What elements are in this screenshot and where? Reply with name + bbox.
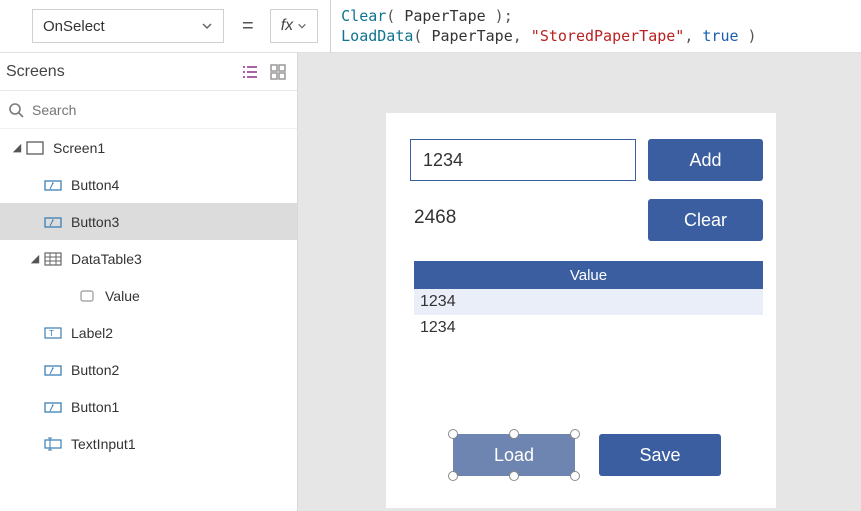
- table-row[interactable]: 1234: [414, 289, 763, 315]
- tree-node-label: Label2: [71, 325, 113, 341]
- search-row: [0, 91, 297, 129]
- tree-header: Screens: [0, 53, 297, 91]
- label-value: 2468: [414, 207, 456, 228]
- tree-node-label: TextInput1: [71, 436, 136, 452]
- tree-node-button4[interactable]: Button4: [0, 166, 297, 203]
- tree-grid-icon[interactable]: [269, 63, 287, 81]
- datatable-icon: [44, 252, 62, 266]
- datatable3-control[interactable]: Value 1234 1234: [414, 261, 763, 341]
- tree-panel: Screens ◢ Screen1 Button4 Button3: [0, 53, 298, 511]
- property-dropdown[interactable]: OnSelect: [32, 9, 224, 43]
- canvas[interactable]: 1234 Add 2468 Clear Value 1234 1234: [298, 53, 861, 511]
- textinput1-control[interactable]: 1234: [410, 139, 636, 181]
- search-input[interactable]: [32, 102, 289, 118]
- tree-list-icon[interactable]: [241, 63, 259, 81]
- selection-handle[interactable]: [509, 429, 519, 439]
- screen-icon: [26, 141, 44, 155]
- formula-editor[interactable]: Clear( PaperTape ); LoadData( PaperTape,…: [330, 0, 861, 53]
- button-label: Load: [494, 445, 534, 466]
- button-label: Clear: [684, 210, 727, 231]
- table-row[interactable]: 1234: [414, 315, 763, 341]
- tree-list: ◢ Screen1 Button4 Button3 ◢ DataTable3 V…: [0, 129, 297, 511]
- label2-control: 2468: [414, 207, 456, 229]
- equals-sign: =: [242, 15, 254, 38]
- tree-node-label: Button1: [71, 399, 119, 415]
- load-button[interactable]: Load: [453, 434, 575, 476]
- chevron-down-icon: [297, 21, 307, 31]
- chevron-down-icon: [201, 20, 213, 32]
- tree-node-label2[interactable]: T Label2: [0, 314, 297, 351]
- cell-value: 1234: [420, 293, 456, 311]
- button-label: Add: [689, 150, 721, 171]
- add-button[interactable]: Add: [648, 139, 763, 181]
- collapse-icon[interactable]: ◢: [28, 252, 42, 265]
- selection-handle[interactable]: [509, 471, 519, 481]
- selection-handle[interactable]: [448, 429, 458, 439]
- tree-node-label: DataTable3: [71, 251, 142, 267]
- column-label: Value: [570, 267, 607, 284]
- tree-node-value[interactable]: Value: [0, 277, 297, 314]
- save-button[interactable]: Save: [599, 434, 721, 476]
- textinput-icon: [44, 437, 62, 451]
- tree-node-button2[interactable]: Button2: [0, 351, 297, 388]
- tree-node-label: Button2: [71, 362, 119, 378]
- textinput-value: 1234: [423, 150, 463, 171]
- column-icon: [78, 289, 96, 303]
- fx-dropdown[interactable]: fx: [270, 9, 318, 43]
- app-screen: 1234 Add 2468 Clear Value 1234 1234: [386, 113, 776, 508]
- button-label: Save: [639, 445, 680, 466]
- formula-bar: OnSelect = fx Clear( PaperTape ); LoadDa…: [0, 0, 861, 53]
- collapse-icon[interactable]: ◢: [10, 141, 24, 154]
- tree-node-button1[interactable]: Button1: [0, 388, 297, 425]
- search-icon: [8, 102, 24, 118]
- button-icon: [44, 363, 62, 377]
- property-label: OnSelect: [43, 18, 105, 35]
- tree-node-label: Button4: [71, 177, 119, 193]
- cell-value: 1234: [420, 319, 456, 337]
- button-icon: [44, 215, 62, 229]
- tree-node-label: Screen1: [53, 140, 105, 156]
- button-icon: [44, 400, 62, 414]
- selection-handle[interactable]: [570, 471, 580, 481]
- table-header: Value: [414, 261, 763, 289]
- tree-node-label: Value: [105, 288, 140, 304]
- tree-node-screen1[interactable]: ◢ Screen1: [0, 129, 297, 166]
- tree-node-textinput1[interactable]: TextInput1: [0, 425, 297, 462]
- svg-text:T: T: [49, 329, 54, 338]
- tree-node-label: Button3: [71, 214, 119, 230]
- selection-handle[interactable]: [448, 471, 458, 481]
- clear-button[interactable]: Clear: [648, 199, 763, 241]
- fx-label: fx: [281, 17, 293, 35]
- tree-node-datatable3[interactable]: ◢ DataTable3: [0, 240, 297, 277]
- button-icon: [44, 178, 62, 192]
- tree-title: Screens: [4, 63, 231, 81]
- label-icon: T: [44, 326, 62, 340]
- selection-handle[interactable]: [570, 429, 580, 439]
- tree-node-button3[interactable]: Button3: [0, 203, 297, 240]
